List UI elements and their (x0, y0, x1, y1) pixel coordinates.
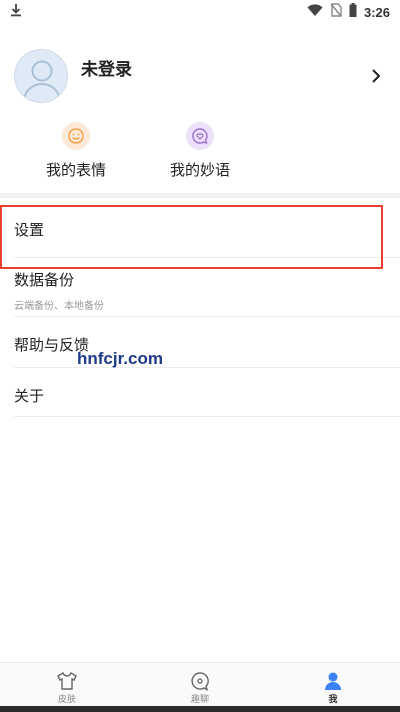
download-icon (10, 3, 22, 21)
my-stickers-button[interactable]: 我的表情 (26, 122, 126, 180)
quick-actions: 我的表情 我的妙语 (0, 122, 400, 184)
menu-item-help-feedback[interactable]: 帮助与反馈 (14, 317, 400, 368)
tab-me[interactable]: 我 (303, 671, 363, 705)
battery-icon (349, 3, 357, 21)
tab-label: 趣聊 (190, 695, 209, 705)
profile-row[interactable]: 未登录 (14, 48, 390, 104)
status-bar: 3:26 (0, 0, 400, 24)
tab-skins[interactable]: 皮肤 (37, 671, 97, 705)
person-icon (322, 671, 344, 691)
no-sim-icon (330, 3, 342, 21)
my-stickers-label: 我的表情 (45, 161, 106, 179)
my-phrases-label: 我的妙语 (169, 161, 230, 179)
my-phrases-button[interactable]: 我的妙语 (150, 122, 250, 180)
highlight-box (0, 205, 383, 269)
wifi-icon (307, 3, 323, 21)
heart-chat-icon (186, 122, 214, 150)
menu-item-subtitle: 云端备份、本地备份 (14, 301, 104, 312)
tab-chat[interactable]: 趣聊 (170, 671, 230, 705)
bottom-tab-bar: 皮肤 趣聊 我 (0, 662, 400, 706)
tshirt-icon (56, 671, 78, 691)
avatar[interactable] (14, 49, 68, 103)
chevron-right-icon[interactable] (366, 66, 386, 86)
default-avatar-icon (23, 60, 61, 100)
menu-item-label: 关于 (14, 387, 45, 405)
status-time: 3:26 (363, 4, 390, 20)
tab-label: 我 (328, 695, 338, 705)
smiley-icon (62, 122, 90, 150)
tab-label: 皮肤 (57, 695, 76, 705)
profile-name[interactable]: 未登录 (81, 55, 132, 80)
menu-item-label: 数据备份 (14, 271, 75, 289)
menu-item-about[interactable]: 关于 (14, 368, 400, 417)
menu-item-label: 帮助与反馈 (14, 336, 90, 354)
chat-bubble-icon (189, 671, 211, 691)
system-nav-bar (0, 706, 400, 712)
watermark: hnfcjr.com (77, 349, 163, 368)
